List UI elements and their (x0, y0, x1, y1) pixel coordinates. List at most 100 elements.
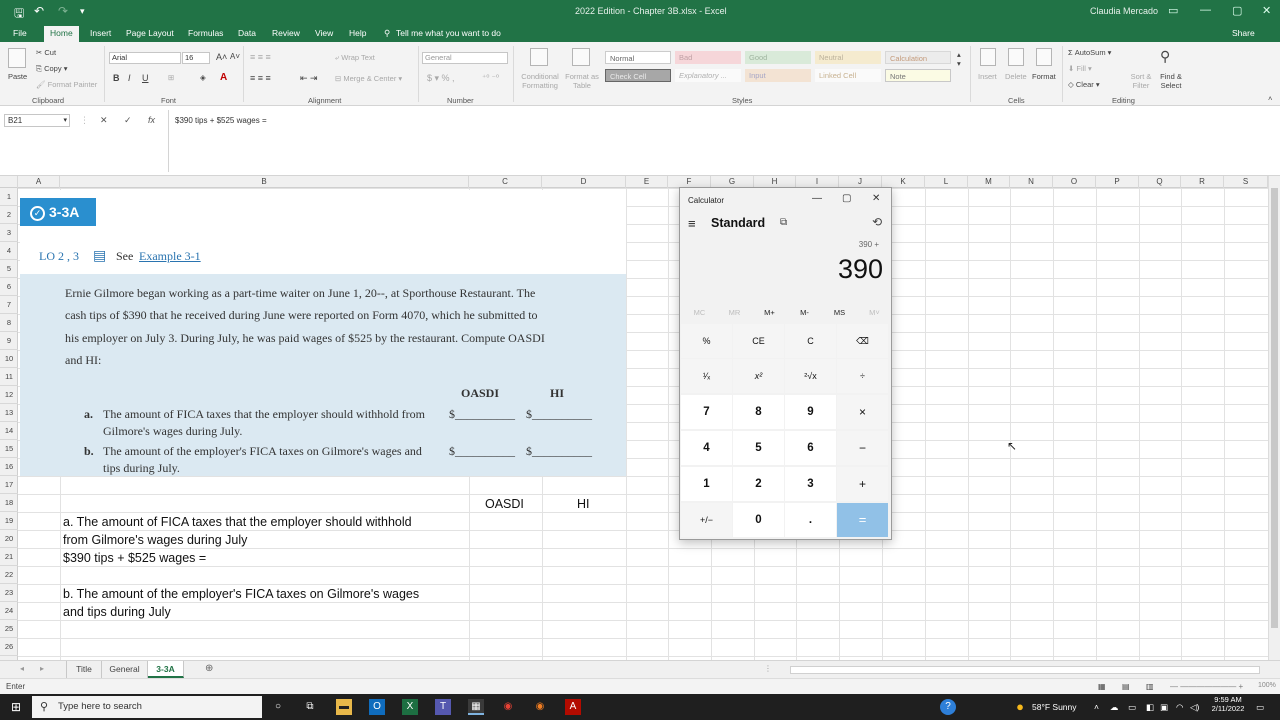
show-hidden-icons-icon[interactable]: ˄ (1094, 702, 1099, 712)
sort-filter-button[interactable]: Sort & Filter (1126, 72, 1156, 90)
minimize-icon[interactable]: — (812, 193, 822, 204)
maximize-icon[interactable]: ▢ (1232, 4, 1242, 17)
share-button[interactable]: Share (1232, 28, 1255, 38)
customize-quick-access-icon[interactable]: ▾ (80, 6, 85, 17)
reciprocal-key[interactable]: ¹⁄ₓ (681, 359, 732, 393)
onedrive-icon[interactable]: ☁ (1110, 702, 1119, 713)
tab-help[interactable]: Help (349, 28, 366, 38)
insert-cells-icon[interactable] (980, 48, 996, 66)
minimize-icon[interactable]: — (1200, 4, 1211, 16)
format-cells-icon[interactable] (1036, 48, 1052, 66)
style-explanatory[interactable]: Explanatory ... (675, 69, 741, 82)
network-icon[interactable]: ▣ (1160, 702, 1168, 713)
column-header[interactable]: S (1224, 176, 1268, 188)
row-header[interactable]: 25 (0, 620, 18, 638)
chrome-icon[interactable]: ◉ (500, 699, 516, 715)
row-header[interactable]: 10 (0, 350, 18, 368)
row-header[interactable]: 19 (0, 512, 18, 530)
tab-home[interactable]: Home (44, 26, 79, 42)
left-align-icon[interactable]: ≡ ≡ ≡ (250, 73, 271, 83)
keep-on-top-icon[interactable]: ⧉ (780, 217, 787, 228)
borders-icon[interactable]: ⊞ (168, 73, 174, 82)
outlook-icon[interactable]: O (369, 699, 385, 715)
zoom-slider[interactable]: — ——————— + (1170, 682, 1243, 691)
format-as-table-button[interactable]: Format as Table (564, 72, 600, 90)
row-header[interactable]: 24 (0, 602, 18, 620)
column-header[interactable]: R (1181, 176, 1224, 188)
digit-1-key[interactable]: 1 (681, 467, 732, 501)
style-neutral[interactable]: Neutral (815, 51, 881, 64)
tab-insert[interactable]: Insert (90, 28, 111, 38)
font-name-select[interactable]: Arial (109, 52, 181, 64)
number-format-select[interactable]: General (422, 52, 508, 64)
clear-button[interactable]: ◇ Clear ▾ (1068, 80, 1100, 89)
maximize-icon[interactable]: ▢ (842, 193, 851, 204)
horizontal-scrollbar[interactable] (790, 666, 1260, 674)
column-header[interactable]: O (1053, 176, 1096, 188)
row-header[interactable]: 15 (0, 440, 18, 458)
memory-clear-button[interactable]: MC (682, 308, 717, 317)
digit-5-key[interactable]: 5 (733, 431, 784, 465)
delete-cells-button[interactable]: Delete (1005, 72, 1027, 81)
cut-button[interactable]: ✂ Cut (36, 48, 56, 57)
undo-icon[interactable]: ↶ (34, 4, 44, 18)
new-sheet-icon[interactable]: ⊕ (205, 663, 213, 674)
row-header[interactable]: 4 (0, 242, 18, 260)
font-size-select[interactable]: 16 (182, 52, 210, 64)
row-header[interactable]: 26 (0, 638, 18, 656)
row-header[interactable]: 17 (0, 476, 18, 494)
column-header[interactable]: D (542, 176, 626, 188)
row-header[interactable]: 1 (0, 188, 18, 206)
tab-page-layout[interactable]: Page Layout (126, 28, 174, 38)
style-calculation[interactable]: Calculation (885, 51, 951, 64)
save-icon[interactable]: 🖫 (14, 4, 24, 25)
tab-review[interactable]: Review (272, 28, 300, 38)
memory-recall-button[interactable]: MR (717, 308, 752, 317)
textbook-problem-image[interactable]: ✓ 3-3A LO 2 , 3 ▤ See Example 3-1 Ernie G… (20, 190, 626, 476)
column-header[interactable]: B (60, 176, 469, 188)
zoom-level[interactable]: 100% (1258, 682, 1276, 689)
digit-0-key[interactable]: 0 (733, 503, 784, 537)
cell-c18[interactable]: OASDI (485, 497, 524, 511)
close-icon[interactable]: ✕ (1262, 4, 1271, 17)
tell-me-search[interactable]: Tell me what you want to do (396, 28, 501, 38)
page-layout-view-icon[interactable]: ▤ (1122, 682, 1130, 691)
sun-weather-icon[interactable]: ● (1012, 699, 1028, 715)
find-select-button[interactable]: Find & Select (1156, 72, 1186, 90)
row-header[interactable]: 14 (0, 422, 18, 440)
user-name[interactable]: Claudia Mercado (1090, 6, 1158, 16)
shrink-font-icon[interactable]: A˅ (230, 52, 240, 61)
style-bad[interactable]: Bad (675, 51, 741, 64)
memory-list-button[interactable]: M˅ (857, 308, 892, 317)
formula-input[interactable]: $390 tips + $525 wages = (175, 116, 267, 125)
page-break-view-icon[interactable]: ▥ (1146, 682, 1154, 691)
row-header[interactable]: 2 (0, 206, 18, 224)
column-header[interactable]: N (1010, 176, 1053, 188)
insert-cells-button[interactable]: Insert (978, 72, 997, 81)
more-icon[interactable]: ⋮ (764, 664, 772, 673)
row-header[interactable]: 7 (0, 296, 18, 314)
sheet-tab-general[interactable]: General (102, 661, 148, 678)
font-color-icon[interactable]: A (220, 72, 227, 83)
find-select-icon[interactable]: ⚲ (1160, 48, 1170, 65)
row-header[interactable]: 21 (0, 548, 18, 566)
vertical-scrollbar[interactable] (1268, 176, 1280, 660)
firefox-icon[interactable]: ◉ (532, 699, 548, 715)
battery-icon[interactable]: ▭ (1128, 702, 1136, 713)
teams-icon[interactable]: T (435, 699, 451, 715)
digit-7-key[interactable]: 7 (681, 395, 732, 429)
calculator-taskbar-icon[interactable]: ▦ (468, 699, 484, 715)
tab-data[interactable]: Data (238, 28, 256, 38)
file-explorer-icon[interactable]: ▬ (336, 699, 352, 715)
top-align-icon[interactable]: ≡ ≡ ≡ (250, 52, 271, 62)
grow-font-icon[interactable]: A˄ (216, 52, 227, 62)
style-check-cell[interactable]: Check Cell (605, 69, 671, 82)
memory-store-button[interactable]: MS (822, 308, 857, 317)
conditional-formatting-button[interactable]: Conditional Formatting (518, 72, 562, 90)
accounting-format-icon[interactable]: $ ▾ % , (427, 73, 455, 84)
confirm-entry-icon[interactable]: ✓ (124, 115, 132, 126)
conditional-formatting-icon[interactable] (530, 48, 548, 66)
scroll-sheets-left-icon[interactable]: ◂ (20, 664, 24, 673)
taskbar-search-box[interactable]: ⚲ Type here to search (32, 696, 262, 718)
add-key[interactable]: + (837, 467, 888, 501)
